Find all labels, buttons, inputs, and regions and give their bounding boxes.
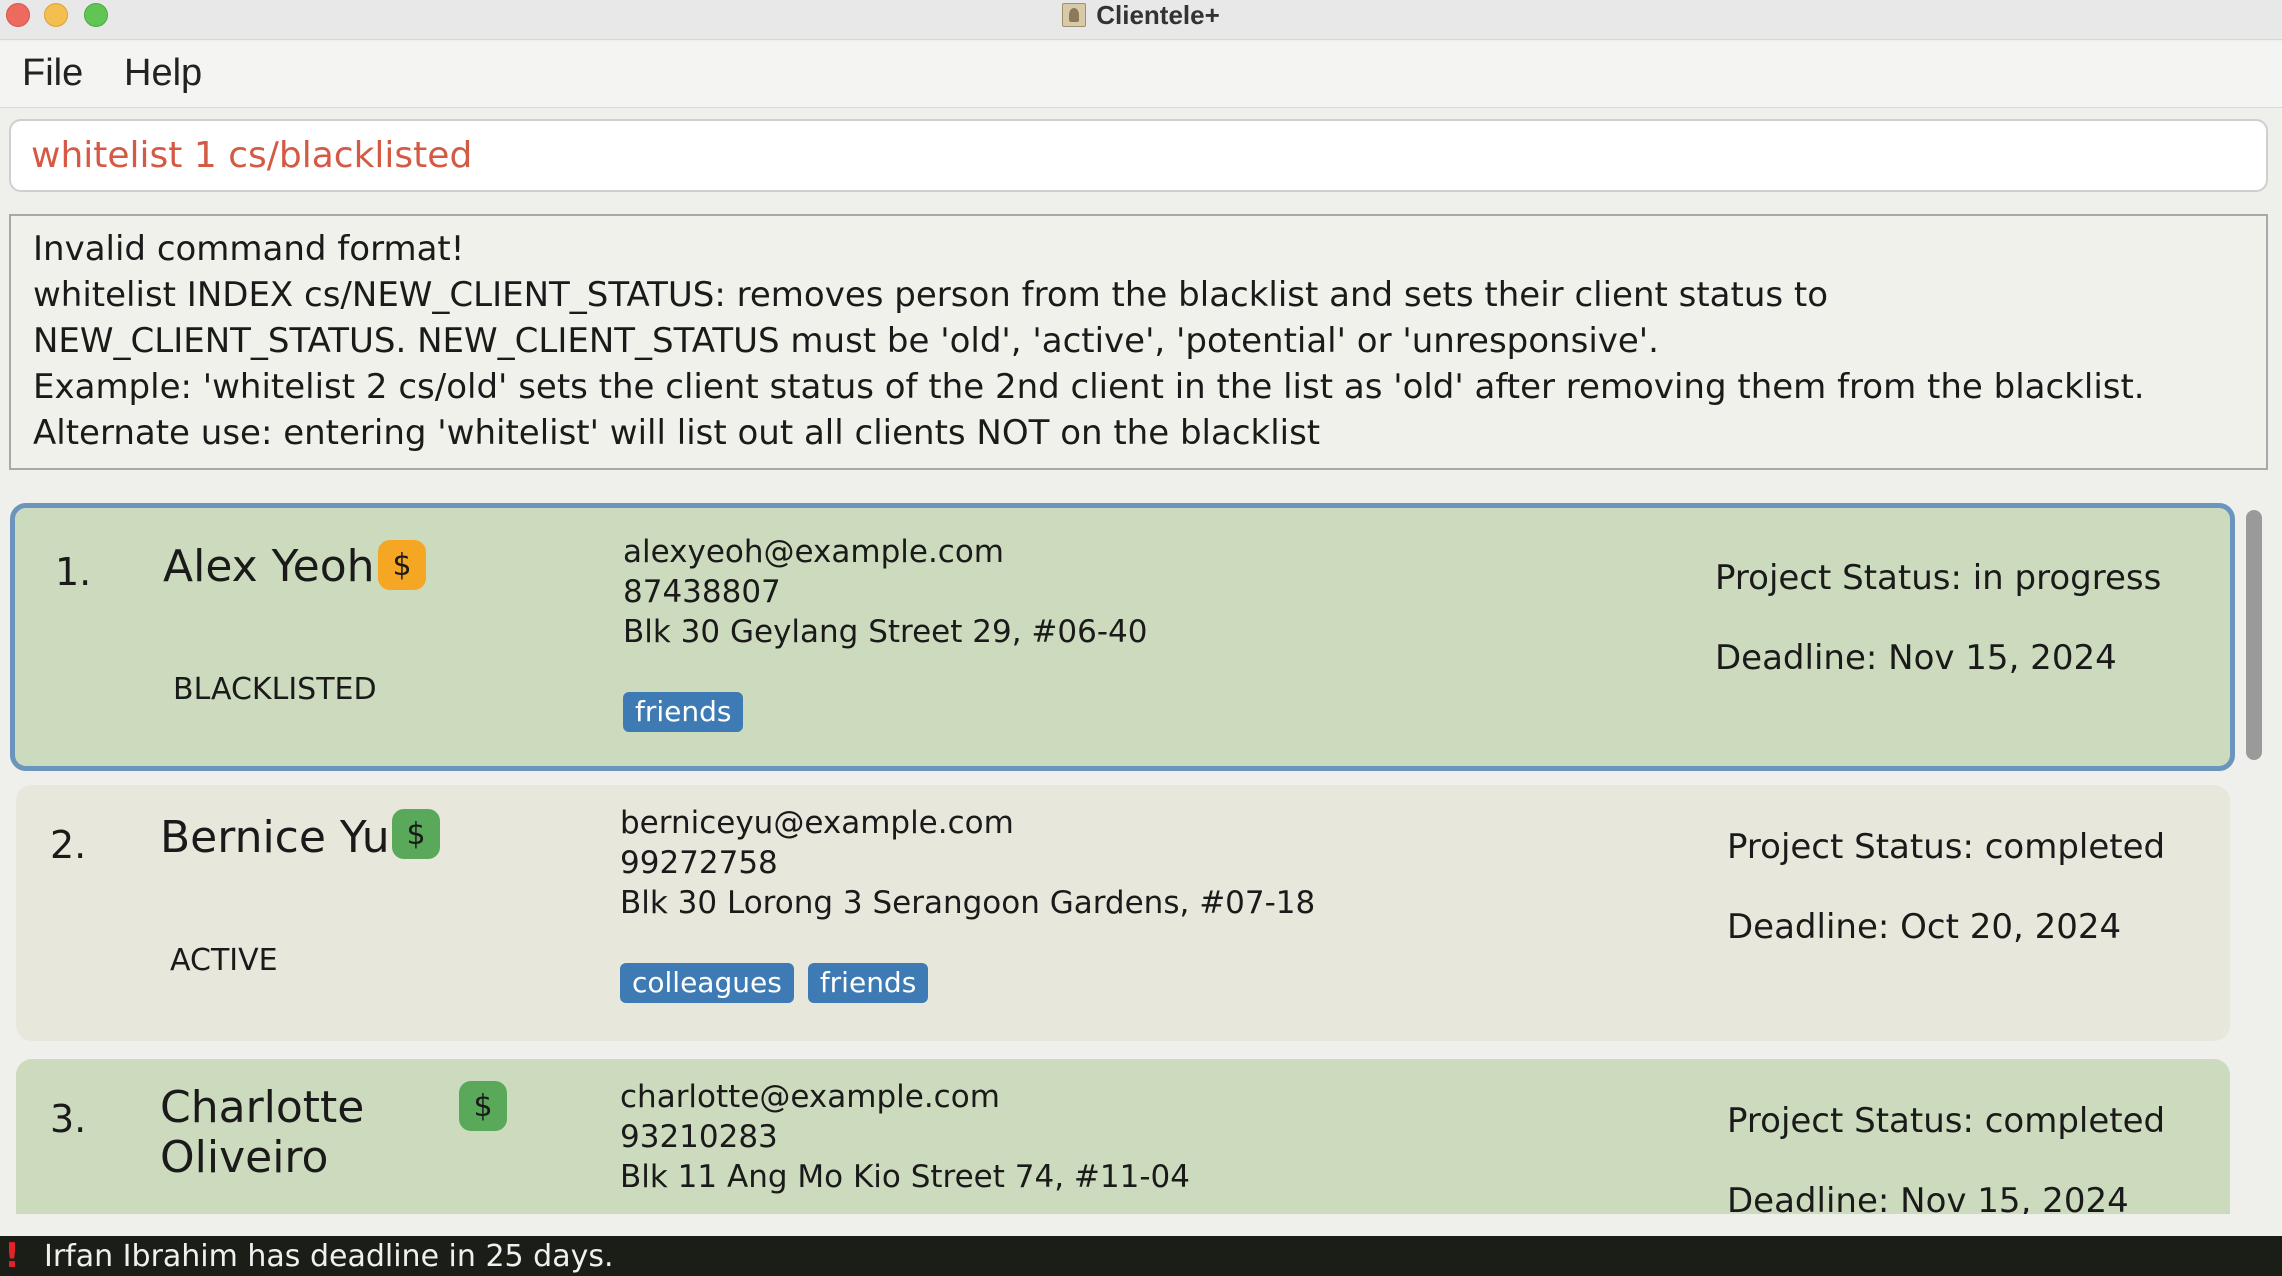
client-index: 1. (55, 550, 92, 594)
project-deadline: Deadline: Oct 20, 2024 (1727, 907, 2122, 947)
result-line: whitelist INDEX cs/NEW_CLIENT_STATUS: re… (33, 275, 1829, 315)
client-phone: 87438807 (623, 574, 781, 610)
client-phone: 99272758 (620, 845, 778, 881)
project-deadline: Deadline: Nov 15, 2024 (1715, 638, 2117, 678)
tag: colleagues (620, 963, 794, 1003)
client-email: charlotte@example.com (620, 1079, 1000, 1115)
client-tags: friends (623, 692, 744, 732)
project-deadline: Deadline: Nov 15, 2024 (1727, 1181, 2129, 1214)
client-address: Blk 30 Lorong 3 Serangoon Gardens, #07-1… (620, 885, 1316, 921)
app-icon (1062, 3, 1087, 27)
client-email: alexyeoh@example.com (623, 534, 1005, 570)
window-titlebar: Clientele+ (0, 0, 2282, 40)
client-info: charlotte@example.com 93210283 Blk 11 An… (620, 1077, 1190, 1197)
command-input[interactable]: whitelist 1 cs/blacklisted (9, 119, 2268, 192)
client-card[interactable]: 3. Charlotte Oliveiro $ charlotte@exampl… (16, 1059, 2230, 1214)
client-card[interactable]: 1. Alex Yeoh $ BLACKLISTED alexyeoh@exam… (10, 503, 2235, 771)
client-phone: 93210283 (620, 1119, 778, 1155)
tag: friends (807, 963, 929, 1003)
dollar-icon: $ (378, 540, 426, 590)
client-tags: colleagues friends (620, 963, 929, 1003)
client-email: berniceyu@example.com (620, 805, 1014, 841)
client-status: BLACKLISTED (173, 672, 377, 707)
client-name: Alex Yeoh (163, 541, 375, 592)
menu-help[interactable]: Help (124, 52, 202, 95)
exclamation-icon: ! (4, 1236, 20, 1276)
dollar-icon: $ (392, 809, 440, 859)
result-line: Invalid command format! (33, 229, 465, 269)
result-line: Alternate use: entering 'whitelist' will… (33, 413, 1321, 453)
client-address: Blk 30 Geylang Street 29, #06-40 (623, 614, 1148, 650)
client-card[interactable]: 2. Bernice Yu $ ACTIVE berniceyu@example… (16, 785, 2230, 1041)
client-status: ACTIVE (170, 943, 278, 978)
result-display: Invalid command format! whitelist INDEX … (9, 214, 2268, 470)
project-status: Project Status: in progress (1715, 558, 2162, 598)
client-name: Charlotte Oliveiro (160, 1083, 364, 1183)
project-status: Project Status: completed (1727, 827, 2166, 867)
window-title: Clientele+ (1096, 0, 1220, 30)
client-index: 2. (50, 823, 87, 867)
result-line: Example: 'whitelist 2 cs/old' sets the c… (33, 367, 2145, 407)
status-bar: ! Irfan Ibrahim has deadline in 25 days. (0, 1236, 2282, 1276)
result-line: NEW_CLIENT_STATUS. NEW_CLIENT_STATUS mus… (33, 321, 1659, 361)
client-name-line: Oliveiro (160, 1132, 329, 1183)
menu-bar: File Help (0, 42, 2282, 108)
window-title-group: Clientele+ (0, 0, 2282, 30)
client-name: Bernice Yu (160, 812, 390, 863)
client-info: berniceyu@example.com 99272758 Blk 30 Lo… (620, 803, 1315, 923)
client-index: 3. (50, 1097, 87, 1141)
dollar-icon: $ (459, 1081, 507, 1131)
menu-file[interactable]: File (22, 52, 83, 95)
client-address: Blk 11 Ang Mo Kio Street 74, #11-04 (620, 1159, 1190, 1195)
client-list[interactable]: 1. Alex Yeoh $ BLACKLISTED alexyeoh@exam… (0, 498, 2282, 1214)
client-info: alexyeoh@example.com 87438807 Blk 30 Gey… (623, 532, 1147, 652)
status-message: Irfan Ibrahim has deadline in 25 days. (44, 1238, 614, 1274)
client-name-line: Charlotte (160, 1082, 365, 1133)
tag: friends (623, 692, 744, 732)
list-scrollbar[interactable] (2246, 510, 2262, 760)
project-status: Project Status: completed (1727, 1101, 2166, 1141)
